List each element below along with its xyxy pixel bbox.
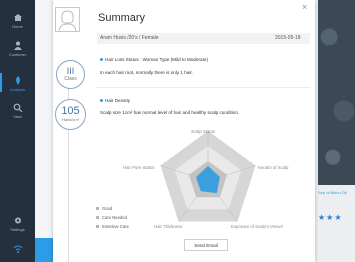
radar-axis-label: Hair Pore Status	[123, 165, 155, 170]
sidebar-item-settings[interactable]: Settings	[0, 216, 35, 232]
sidebar-item-label: Settings	[10, 227, 25, 232]
legend-marker	[96, 207, 99, 211]
sidebar-item-analysis[interactable]: Analysis	[0, 73, 35, 92]
sidebar-item-label: Home	[12, 24, 23, 29]
sidebar-item-label: Customer	[8, 52, 27, 57]
send-email-button[interactable]: Send Email	[184, 239, 228, 251]
gear-icon	[14, 217, 21, 224]
active-indicator	[0, 73, 2, 92]
legend-item: Intensive Care	[96, 224, 129, 229]
legend-marker	[96, 225, 99, 229]
magnifier-icon	[13, 103, 22, 112]
legend-item: Good	[96, 206, 112, 211]
radar-axis-label: Hair Thickness	[154, 224, 183, 229]
scalp-image	[318, 0, 355, 185]
wifi-icon	[13, 245, 22, 253]
legend-marker	[96, 216, 99, 220]
sidebar: Home Customer Analysis View Settings	[0, 0, 35, 262]
sidebar-item-customer[interactable]: Customer	[0, 41, 35, 57]
radar-axis-label: Keratin of Scalp	[258, 165, 289, 170]
sidebar-item-label: View	[13, 114, 22, 119]
analysis-icon	[15, 76, 20, 85]
customer-icon	[13, 41, 22, 50]
sidebar-item-label: Analysis	[10, 87, 25, 92]
background-list	[35, 0, 53, 262]
home-icon	[13, 14, 22, 21]
sidebar-item-view[interactable]: View	[0, 103, 35, 119]
radar-axis-label: Scalp Status	[191, 129, 216, 134]
legend-item: Care Needed	[96, 215, 127, 220]
rating-stars: ★★★	[318, 213, 343, 222]
summary-dialog: × Summary Aram Huvis /20's / Female 2015…	[53, 0, 315, 262]
background-text: Sep of Menu Ok	[318, 190, 347, 195]
sidebar-item-home[interactable]: Home	[0, 13, 35, 29]
background-tab[interactable]	[35, 238, 53, 262]
wifi-status	[0, 244, 35, 255]
radar-chart	[160, 131, 256, 222]
radar-axis-label: Exposure of Scalp's Vessel	[231, 224, 283, 229]
